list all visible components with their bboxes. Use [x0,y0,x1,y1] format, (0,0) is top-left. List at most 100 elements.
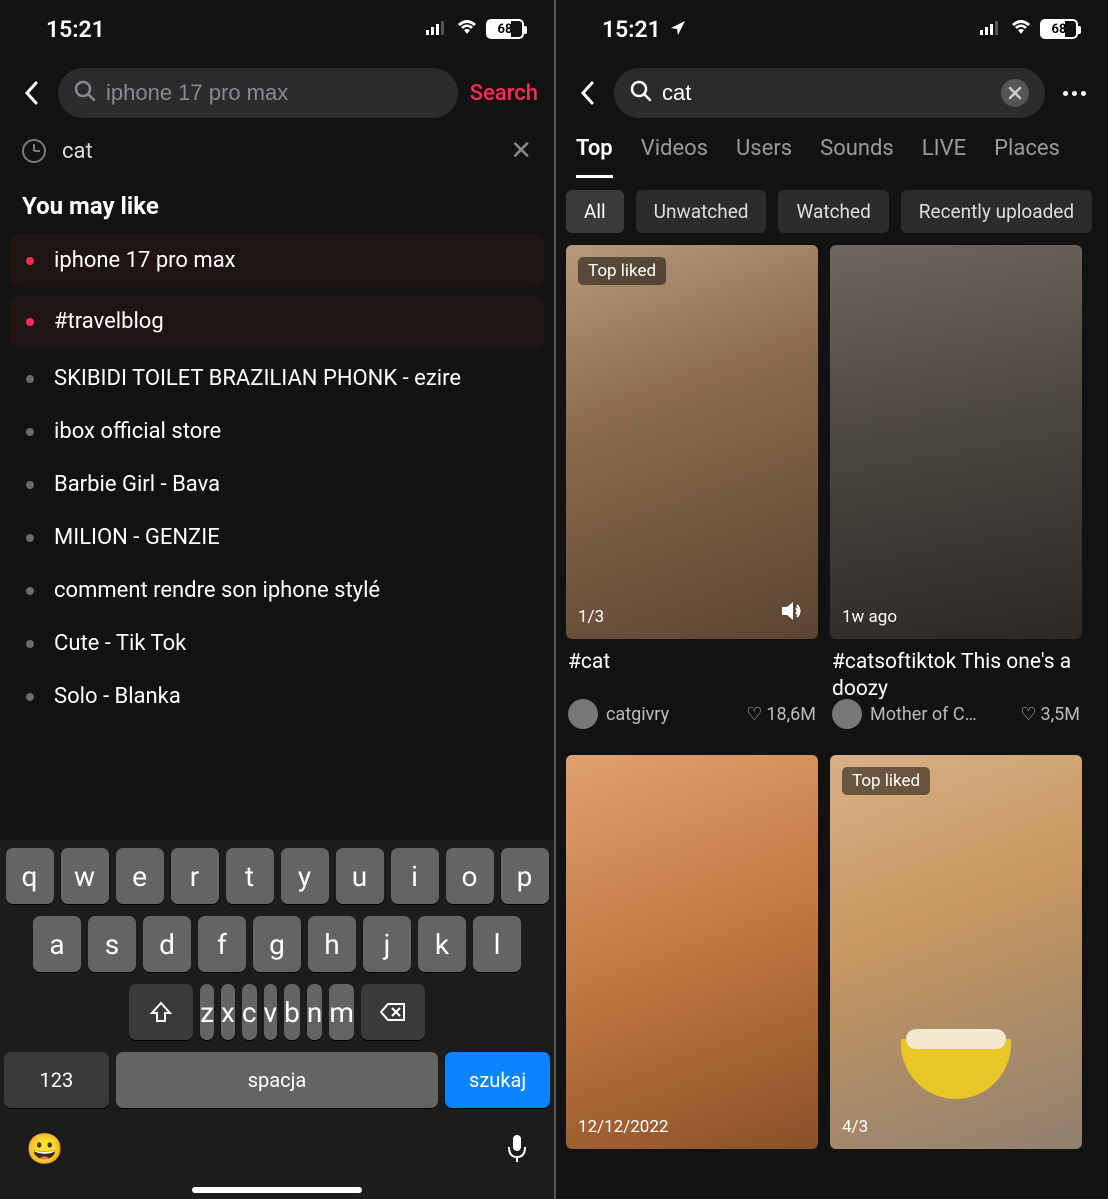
battery-icon: 68 [1040,19,1078,39]
space-key[interactable]: spacja [116,1052,438,1108]
key-u[interactable]: u [336,848,384,904]
battery-icon: 68 [486,19,524,39]
phone-right-search-results: 15:21 68 TopVideosUsersSoundsLIVEPlaces … [554,0,1108,1199]
search-button[interactable]: Search [470,81,538,106]
video-thumbnail[interactable]: 12/12/2022 [566,755,818,1149]
suggestion-item[interactable]: #travelblog [10,295,544,348]
suggestion-item[interactable]: ibox official store [0,405,554,458]
key-s[interactable]: s [88,916,136,972]
key-o[interactable]: o [446,848,494,904]
result-filters: All Unwatched Watched Recently uploaded [556,178,1108,245]
recent-search-row[interactable]: cat ✕ [0,128,554,174]
status-time: 15:21 [602,16,687,43]
numbers-key[interactable]: 123 [4,1052,109,1108]
video-thumbnail[interactable]: 1w ago [830,245,1082,639]
key-g[interactable]: g [253,916,301,972]
tab-places[interactable]: Places [994,136,1060,178]
key-h[interactable]: h [308,916,356,972]
key-r[interactable]: r [171,848,219,904]
search-row: Search [0,58,554,128]
mic-key[interactable] [506,1133,528,1167]
search-field[interactable] [58,68,458,118]
more-button[interactable] [1057,91,1092,96]
tab-videos[interactable]: Videos [641,136,708,178]
filter-chip[interactable]: Watched [778,190,888,233]
bullet-icon [26,375,34,383]
key-a[interactable]: a [33,916,81,972]
key-t[interactable]: t [226,848,274,904]
suggestion-label: #travelblog [54,309,164,334]
filter-chip[interactable]: Unwatched [636,190,767,233]
key-v[interactable]: v [264,984,278,1040]
recent-search-text: cat [62,139,494,164]
username[interactable]: catgivry [606,704,738,725]
key-l[interactable]: l [473,916,521,972]
key-z[interactable]: z [200,984,214,1040]
key-y[interactable]: y [281,848,329,904]
key-c[interactable]: c [242,984,257,1040]
video-card[interactable]: Top liked 1/3 #cat catgivry ♡ 18,6M [566,245,818,743]
enter-key[interactable]: szukaj [445,1052,550,1108]
like-count: ♡ 18,6M [746,704,816,725]
home-indicator[interactable] [192,1187,362,1193]
avatar[interactable] [568,699,598,729]
key-k[interactable]: k [418,916,466,972]
suggestion-item[interactable]: iphone 17 pro max [10,234,544,287]
phone-left-search-suggestions: 15:21 68 Search cat ✕ You may like iphon… [0,0,554,1199]
clear-search-button[interactable] [1001,79,1029,107]
back-button[interactable] [16,78,46,108]
key-j[interactable]: j [363,916,411,972]
backspace-key[interactable] [361,984,425,1040]
status-icons: 68 [426,19,524,39]
video-thumbnail[interactable]: Top liked 1/3 [566,245,818,639]
suggestion-item[interactable]: SKIBIDI TOILET BRAZILIAN PHONK - ezire [0,352,554,405]
like-count: ♡ 3,5M [1020,704,1080,725]
video-thumbnail[interactable]: Top liked 4/3 [830,755,1082,1149]
key-p[interactable]: p [501,848,549,904]
back-button[interactable] [572,78,602,108]
key-q[interactable]: q [6,848,54,904]
filter-chip[interactable]: Recently uploaded [901,190,1092,233]
suggestion-item[interactable]: Barbie Girl - Bava [0,458,554,511]
search-field[interactable] [614,68,1045,118]
key-b[interactable]: b [284,984,300,1040]
bullet-icon [26,257,34,265]
slide-counter: 4/3 [842,1117,868,1137]
video-card[interactable]: 12/12/2022 [566,755,818,1149]
video-card[interactable]: 1w ago #catsoftiktok This one's a doozy … [830,245,1082,743]
section-heading: You may like [0,174,554,230]
video-card[interactable]: Top liked 4/3 [830,755,1082,1149]
slide-counter: 1/3 [578,607,604,627]
tab-users[interactable]: Users [736,136,792,178]
key-e[interactable]: e [116,848,164,904]
key-f[interactable]: f [198,916,246,972]
heart-icon: ♡ [746,704,762,725]
sound-icon[interactable] [780,600,806,627]
suggestion-item[interactable]: Cute - Tik Tok [0,617,554,670]
shift-key[interactable] [129,984,193,1040]
key-m[interactable]: m [329,984,354,1040]
tab-sounds[interactable]: Sounds [820,136,894,178]
suggestion-item[interactable]: MILION - GENZIE [0,511,554,564]
search-icon [74,80,96,106]
tab-top[interactable]: Top [576,136,613,178]
key-x[interactable]: x [221,984,235,1040]
key-i[interactable]: i [391,848,439,904]
avatar[interactable] [832,699,862,729]
key-d[interactable]: d [143,916,191,972]
cellular-icon [426,20,448,39]
emoji-key[interactable]: 😀 [26,1132,63,1167]
heart-icon: ♡ [1020,704,1036,725]
key-w[interactable]: w [61,848,109,904]
tab-live[interactable]: LIVE [922,136,966,178]
suggestion-item[interactable]: comment rendre son iphone stylé [0,564,554,617]
suggestion-item[interactable]: Solo - Blanka [0,670,554,723]
filter-chip[interactable]: All [566,190,624,233]
username[interactable]: Mother of C… [870,704,1012,725]
clear-recent-button[interactable]: ✕ [510,136,532,166]
suggestion-label: SKIBIDI TOILET BRAZILIAN PHONK - ezire [54,366,461,391]
search-input[interactable] [106,80,442,106]
key-n[interactable]: n [307,984,322,1040]
search-input[interactable] [662,80,991,106]
top-liked-badge: Top liked [578,257,666,285]
